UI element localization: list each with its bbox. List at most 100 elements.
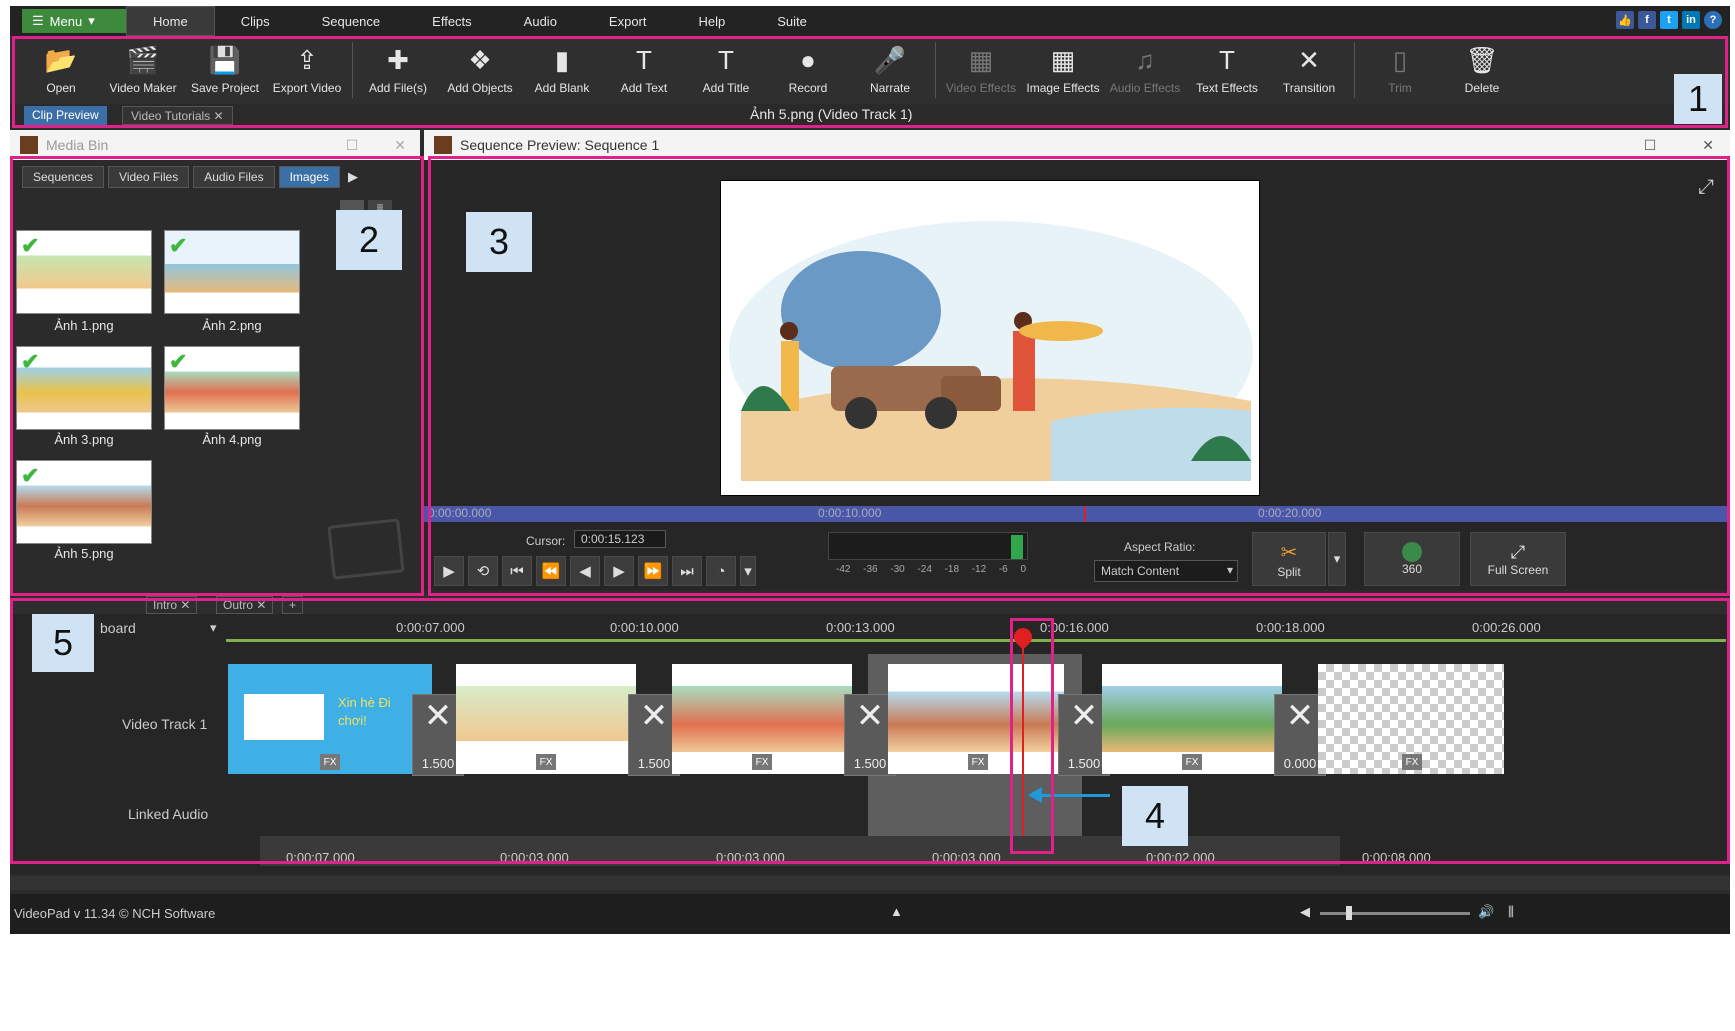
add-blank-button[interactable]: ▮ Add Blank — [521, 36, 603, 104]
menu-home[interactable]: Home — [126, 6, 215, 36]
loop-button[interactable]: ⟲ — [468, 556, 498, 586]
delete-button[interactable]: 🗑 Delete — [1441, 36, 1523, 104]
media-bin-icon — [20, 136, 38, 154]
fx-icon[interactable]: FX — [320, 754, 340, 770]
go-to-end-button[interactable]: ⏭ — [672, 556, 702, 586]
aspect-ratio-label: Aspect Ratio: — [1124, 540, 1196, 554]
save-project-button[interactable]: 💾 Save Project — [184, 36, 266, 104]
full-screen-button[interactable]: ⤢ Full Screen — [1470, 532, 1566, 586]
split-button[interactable]: ✂ Split — [1252, 532, 1326, 586]
tab-sequences[interactable]: Sequences — [22, 166, 105, 188]
fx-icon[interactable]: FX — [536, 754, 556, 770]
next-clip-button[interactable]: ⏩ — [638, 556, 668, 586]
tab-audio-files[interactable]: Audio Files — [193, 166, 275, 188]
speaker-icon[interactable]: 🔊 — [1478, 904, 1494, 920]
step-back-button[interactable]: ◀ — [570, 556, 600, 586]
timeline-clip-2[interactable]: FX — [672, 664, 852, 774]
tab-scroll-right-icon[interactable]: ▶ — [344, 166, 362, 190]
image-thumb-5[interactable]: ✔ — [16, 460, 152, 544]
add-file-s-button[interactable]: ✚ Add File(s) — [357, 36, 439, 104]
tab-images[interactable]: Images — [278, 166, 340, 188]
preview-scrubber[interactable]: 0:00:00.000 0:00:10.000 0:00:20.000 — [424, 506, 1730, 522]
vr-360-button[interactable]: 360 — [1364, 532, 1460, 586]
transport-controls: ▶ ⟲ ⏮ ⏪ ◀ ▶ ⏩ ⏭ ◔ ▾ — [434, 556, 756, 586]
columns-icon[interactable]: ⫼ — [1508, 904, 1514, 920]
audio-effects-button[interactable]: ♫ Audio Effects — [1104, 36, 1186, 104]
menu-effects[interactable]: Effects — [406, 6, 498, 36]
zoom-out-icon[interactable]: ◀ — [1300, 904, 1310, 920]
record-button[interactable]: ● Record — [767, 36, 849, 104]
timeline-clip-4[interactable]: FX — [1102, 664, 1282, 774]
speed-button[interactable]: ◔ — [706, 556, 736, 586]
ruler-label: 0:00:16.000 — [1040, 620, 1109, 635]
twitter-icon[interactable]: t — [1660, 11, 1678, 29]
speed-dropdown[interactable]: ▾ — [740, 556, 756, 586]
image-thumb-4[interactable]: ✔ — [164, 346, 300, 430]
text-effects-button[interactable]: T Text Effects — [1186, 36, 1268, 104]
menu-suite[interactable]: Suite — [751, 6, 833, 36]
maximize-icon[interactable]: ☐ — [1644, 137, 1657, 154]
open-button[interactable]: 📂 Open — [20, 36, 102, 104]
help-icon[interactable]: ? — [1704, 11, 1722, 29]
image-thumb-1[interactable]: ✔ — [16, 230, 152, 314]
video-maker-button[interactable]: 🎬 Video Maker — [102, 36, 184, 104]
timeline-clip-3-selected[interactable]: FX — [888, 664, 1064, 774]
add-objects-button[interactable]: ❖ Add Objects — [439, 36, 521, 104]
linkedin-icon[interactable]: in — [1682, 11, 1700, 29]
like-icon[interactable]: 👍 — [1616, 11, 1634, 29]
menu-help[interactable]: Help — [673, 6, 752, 36]
trim-button[interactable]: ▯ Trim — [1359, 36, 1441, 104]
cursor-time-field[interactable]: 0:00:15.123 — [574, 530, 666, 548]
fx-icon[interactable]: FX — [752, 754, 772, 770]
tab-video-files[interactable]: Video Files — [108, 166, 190, 188]
expand-up-icon[interactable]: ▲ — [890, 904, 903, 919]
split-dropdown[interactable]: ▾ — [1328, 532, 1346, 586]
close-icon[interactable]: ✕ — [1702, 137, 1714, 154]
tab-outro[interactable]: Outro ✕ — [216, 596, 274, 614]
timeline-clip-intro[interactable]: Xin hè Đi chơi! FX — [228, 664, 432, 774]
close-icon[interactable]: ✕ — [256, 598, 266, 612]
transition-button[interactable]: ✕ Transition — [1268, 36, 1350, 104]
menu-export[interactable]: Export — [583, 6, 673, 36]
add-text-button[interactable]: T Add Text — [603, 36, 685, 104]
fx-icon[interactable]: FX — [1402, 754, 1422, 770]
tab-video-tutorials[interactable]: Video Tutorials ✕ — [122, 106, 233, 125]
go-to-start-button[interactable]: ⏮ — [502, 556, 532, 586]
menu-sequence[interactable]: Sequence — [296, 6, 407, 36]
image-effects-button[interactable]: ▦ Image Effects — [1022, 36, 1104, 104]
image-thumb-3[interactable]: ✔ — [16, 346, 152, 430]
chevron-down-icon[interactable]: ▾ — [210, 620, 217, 636]
zoom-slider[interactable] — [1320, 912, 1470, 915]
narrate-button[interactable]: 🎤 Narrate — [849, 36, 931, 104]
close-icon[interactable]: ✕ — [180, 598, 190, 612]
step-forward-button[interactable]: ▶ — [604, 556, 634, 586]
preview-playhead[interactable] — [1084, 506, 1086, 522]
timeline-playhead[interactable] — [1022, 634, 1024, 846]
maximize-icon[interactable]: ☐ — [346, 137, 359, 154]
horizontal-scrollbar[interactable] — [10, 876, 1730, 890]
add-title-button[interactable]: T Add Title — [685, 36, 767, 104]
play-button[interactable]: ▶ — [434, 556, 464, 586]
image-thumb-2[interactable]: ✔ — [164, 230, 300, 314]
facebook-icon[interactable]: f — [1638, 11, 1656, 29]
fx-icon[interactable]: FX — [1182, 754, 1202, 770]
menu-audio[interactable]: Audio — [498, 6, 583, 36]
tab-intro[interactable]: Intro ✕ — [146, 596, 198, 614]
add-sequence-button[interactable]: + — [282, 596, 304, 614]
tab-clip-preview[interactable]: Clip Preview — [24, 106, 107, 125]
video-effects-button[interactable]: ▦ Video Effects — [940, 36, 1022, 104]
storyboard-toggle[interactable]: board — [100, 620, 136, 636]
main-menu-button[interactable]: ☰ Menu ▾ — [22, 9, 126, 33]
zoom-slider-thumb[interactable] — [1346, 906, 1352, 920]
menu-clips[interactable]: Clips — [215, 6, 296, 36]
expand-icon[interactable]: ⤢ — [1698, 176, 1714, 199]
close-icon[interactable]: ✕ — [394, 137, 406, 154]
text-effects-icon: T — [1219, 45, 1235, 75]
timeline-clip-1[interactable]: FX — [456, 664, 636, 774]
aspect-ratio-select[interactable]: Match Content ▾ — [1094, 560, 1238, 582]
export-video-button[interactable]: ⇪ Export Video — [266, 36, 348, 104]
timeline-clip-outro-empty[interactable]: FX — [1318, 664, 1504, 774]
close-icon[interactable]: ✕ — [214, 109, 224, 123]
fx-icon[interactable]: FX — [968, 754, 988, 770]
previous-clip-button[interactable]: ⏪ — [536, 556, 566, 586]
